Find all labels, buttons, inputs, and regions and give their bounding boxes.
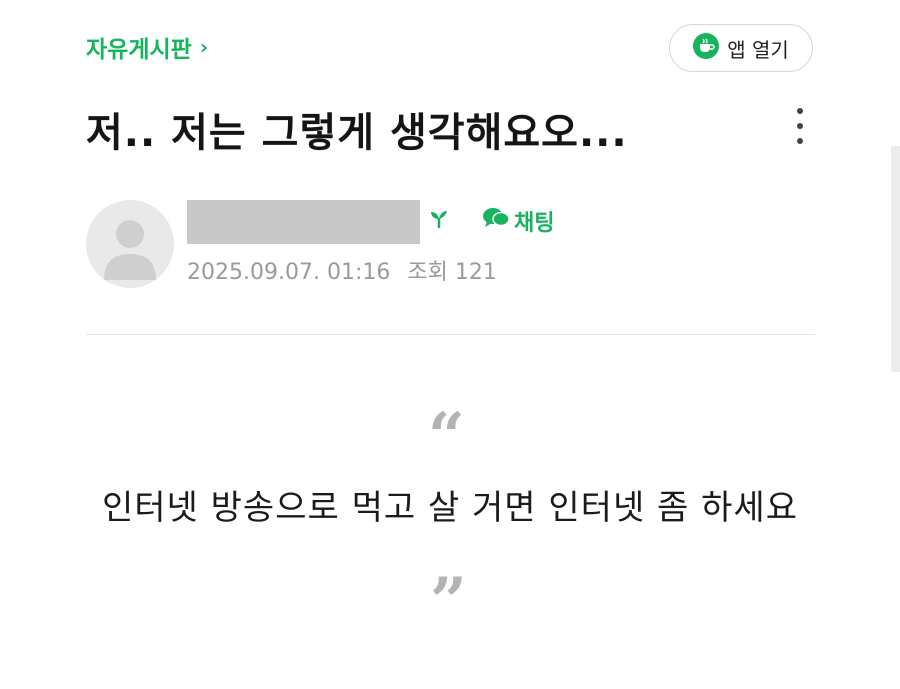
- cafe-cup-icon: [693, 32, 720, 64]
- open-app-label: 앱 열기: [727, 37, 789, 62]
- sprout-icon: [428, 208, 450, 234]
- close-quote-mark: ”: [430, 564, 467, 639]
- board-name: 자유게시판: [86, 37, 192, 63]
- post-date: 2025.09.07. 01:16: [187, 260, 391, 285]
- board-link[interactable]: 자유게시판 ›: [86, 30, 208, 64]
- speech-bubbles-icon: [482, 207, 510, 235]
- chat-label: 채팅: [514, 211, 555, 236]
- open-quote-mark: “: [428, 399, 465, 474]
- more-vertical-icon[interactable]: [790, 108, 810, 144]
- quote-text: 인터넷 방송으로 먹고 살 거면 인터넷 좀 하세요: [102, 488, 798, 528]
- post-title: 저.. 저는 그렇게 생각해요오...: [86, 110, 628, 156]
- divider: [86, 334, 815, 335]
- scrollbar[interactable]: [891, 146, 900, 372]
- chevron-right-icon: ›: [199, 35, 209, 59]
- open-app-button[interactable]: 앱 열기: [669, 24, 813, 72]
- post-meta: 2025.09.07. 01:16 조회 121: [187, 254, 497, 286]
- redacted-nickname: [187, 200, 420, 244]
- view-count: 조회 121: [407, 260, 497, 285]
- avatar[interactable]: [86, 200, 174, 288]
- chat-button[interactable]: 채팅: [482, 205, 554, 237]
